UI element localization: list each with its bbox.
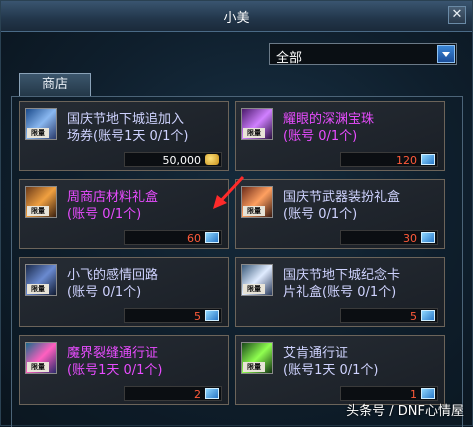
item-name: 国庆节武器装扮礼盒 (账号 0/1个): [283, 190, 401, 222]
item-price: 5: [410, 310, 417, 323]
shop-item-card[interactable]: 限量 小飞的感情回路 (账号 0/1个) 5: [19, 257, 229, 327]
item-icon[interactable]: 限量: [25, 186, 57, 218]
tab-shop[interactable]: 商店: [19, 73, 91, 97]
item-name: 国庆节地下城追加入 场券(账号1天 0/1个): [67, 112, 189, 144]
item-icon[interactable]: 限量: [25, 264, 57, 296]
gold-coins-icon: [205, 154, 219, 165]
shop-item-card[interactable]: 限量 国庆节地下城追加入 场券(账号1天 0/1个) 50,000: [19, 101, 229, 171]
item-name: 魔界裂缝通行证 (账号1天 0/1个): [67, 346, 163, 378]
limited-badge: 限量: [27, 206, 49, 216]
shop-item-card[interactable]: 限量 周商店材料礼盒 (账号 0/1个) 60: [19, 179, 229, 249]
item-price: 50,000: [162, 154, 202, 167]
item-name: 小飞的感情回路 (账号 0/1个): [67, 268, 159, 300]
item-name: 艾肯通行证 (账号1天 0/1个): [283, 346, 379, 378]
price-bar: 120: [340, 152, 438, 167]
shop-item-card[interactable]: 限量 国庆节地下城纪念卡 片礼盒(账号 0/1个) 5: [235, 257, 445, 327]
category-selected: 全部: [276, 51, 303, 66]
limited-badge: 限量: [27, 284, 49, 294]
item-price: 120: [396, 154, 417, 167]
limited-badge: 限量: [243, 362, 265, 372]
ticket-icon: [421, 388, 435, 399]
item-icon[interactable]: 限量: [241, 264, 273, 296]
item-icon[interactable]: 限量: [25, 342, 57, 374]
limited-badge: 限量: [27, 362, 49, 372]
limited-badge: 限量: [243, 128, 265, 138]
shop-item-card[interactable]: 限量 耀眼的深渊宝珠 (账号 0/1个) 120: [235, 101, 445, 171]
price-bar: 1: [340, 386, 438, 401]
price-bar: 30: [340, 230, 438, 245]
shop-item-card[interactable]: 限量 魔界裂缝通行证 (账号1天 0/1个) 2: [19, 335, 229, 405]
item-name: 耀眼的深渊宝珠 (账号 0/1个): [283, 112, 375, 144]
category-dropdown[interactable]: 全部: [269, 43, 457, 66]
price-bar: 5: [124, 308, 222, 323]
item-icon[interactable]: 限量: [25, 108, 57, 140]
ticket-icon: [205, 388, 219, 399]
watermark: 头条号 / DNF心情屋: [346, 404, 464, 419]
close-button[interactable]: ✕: [448, 6, 466, 24]
item-price: 5: [194, 310, 201, 323]
price-bar: 60: [124, 230, 222, 245]
item-icon[interactable]: 限量: [241, 108, 273, 140]
ticket-icon: [205, 310, 219, 321]
shop-item-card[interactable]: 限量 艾肯通行证 (账号1天 0/1个) 1: [235, 335, 445, 405]
price-bar: 5: [340, 308, 438, 323]
window-title: 小美: [223, 11, 250, 26]
limited-badge: 限量: [243, 284, 265, 294]
item-icon[interactable]: 限量: [241, 342, 273, 374]
item-price: 2: [194, 388, 201, 401]
ticket-icon: [421, 310, 435, 321]
price-bar: 2: [124, 386, 222, 401]
chevron-down-icon[interactable]: [437, 45, 455, 63]
ticket-icon: [421, 154, 435, 165]
limited-badge: 限量: [27, 128, 49, 138]
shop-window: 小美 ✕ 全部 商店 限量 国庆节地下城追加入 场券(账号1天 0/1个) 50,0…: [0, 0, 473, 427]
item-name: 国庆节地下城纪念卡 片礼盒(账号 0/1个): [283, 268, 401, 300]
red-arrow-annotation: [213, 175, 245, 209]
title-bar[interactable]: 小美 ✕: [1, 1, 472, 32]
shop-item-card[interactable]: 限量 国庆节武器装扮礼盒 (账号 0/1个) 30: [235, 179, 445, 249]
item-price: 60: [187, 232, 201, 245]
ticket-icon: [421, 232, 435, 243]
item-name: 周商店材料礼盒 (账号 0/1个): [67, 190, 159, 222]
ticket-icon: [205, 232, 219, 243]
item-price: 30: [403, 232, 417, 245]
price-bar: 50,000: [124, 152, 222, 167]
